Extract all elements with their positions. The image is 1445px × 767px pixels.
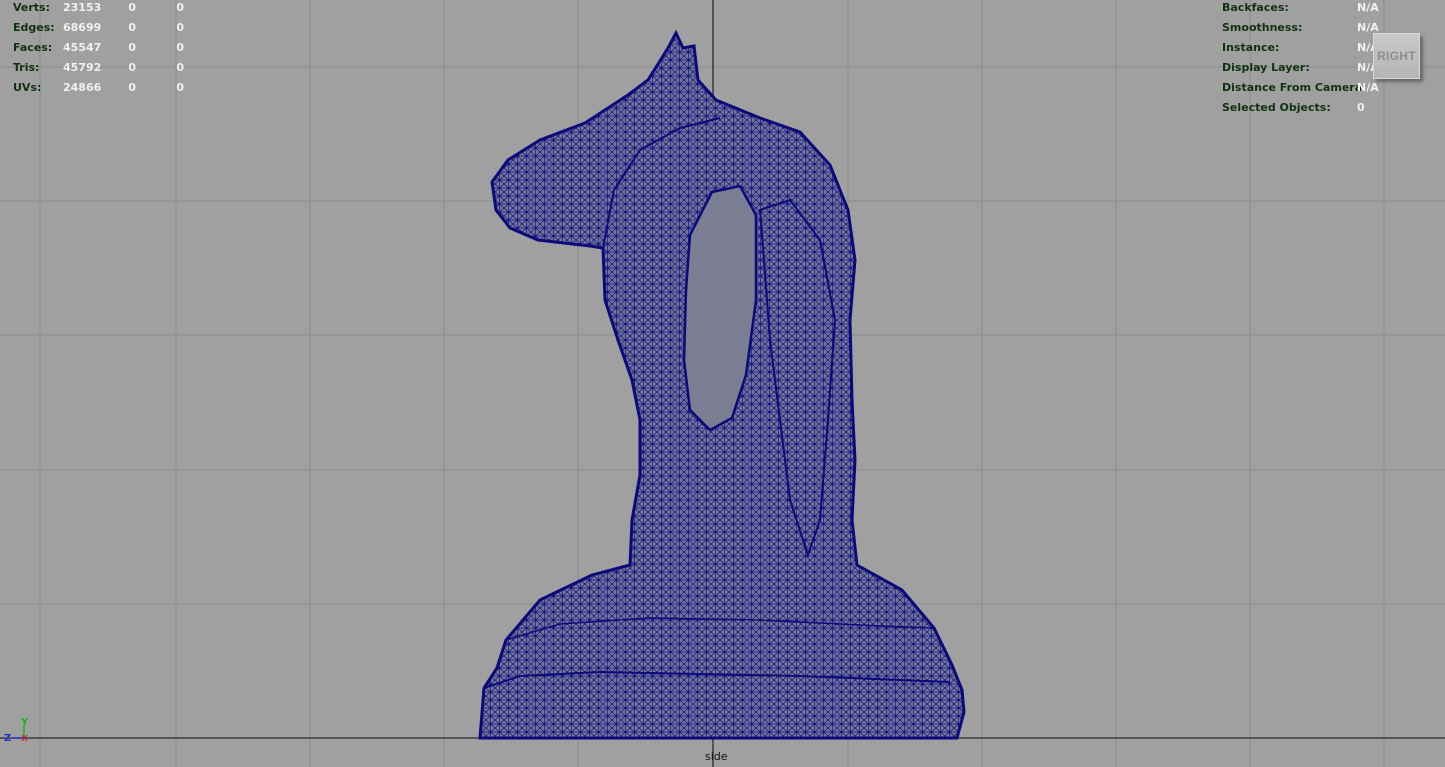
hud-value: 0 bbox=[128, 81, 136, 94]
hud-value: 0 bbox=[176, 21, 184, 34]
hud-row-selected-objects: Selected Objects: 0 bbox=[1222, 98, 1379, 118]
hud-label: Faces: bbox=[13, 41, 53, 54]
hud-label: Instance: bbox=[1222, 41, 1280, 54]
poly-count-hud: Verts: 23153 0 0 Edges: 68699 0 0 Faces:… bbox=[13, 0, 184, 98]
axis-z-label: Z bbox=[4, 733, 11, 744]
hud-value: 0 bbox=[176, 61, 184, 74]
hud-row-distance-from-camera: Distance From Camera: N/A bbox=[1222, 78, 1379, 98]
hud-label: UVs: bbox=[13, 81, 42, 94]
hud-label: Tris: bbox=[13, 61, 40, 74]
object-details-hud: Backfaces: N/A Smoothness: N/A Instance:… bbox=[1222, 0, 1379, 118]
hud-value: 0 bbox=[176, 1, 184, 14]
axis-gizmo-icon: Y Z bbox=[4, 717, 29, 744]
axis-y-label: Y bbox=[20, 717, 29, 728]
hud-value: 0 bbox=[128, 41, 136, 54]
hud-row-instance: Instance: N/A bbox=[1222, 38, 1379, 58]
hud-value: 0 bbox=[128, 1, 136, 14]
hud-value: 45792 bbox=[63, 61, 102, 74]
hud-value: 0 bbox=[176, 41, 184, 54]
hud-row-verts: Verts: 23153 0 0 bbox=[13, 0, 184, 18]
hud-value: N/A bbox=[1357, 81, 1379, 94]
camera-name-label: side bbox=[705, 750, 728, 763]
hud-label: Smoothness: bbox=[1222, 21, 1303, 34]
side-viewport[interactable]: Verts: 23153 0 0 Edges: 68699 0 0 Faces:… bbox=[0, 0, 1445, 767]
hud-value: 24866 bbox=[63, 81, 102, 94]
hud-value: 0 bbox=[1357, 101, 1365, 114]
hud-row-edges: Edges: 68699 0 0 bbox=[13, 18, 184, 38]
hud-value: 0 bbox=[176, 81, 184, 94]
hud-row-tris: Tris: 45792 0 0 bbox=[13, 58, 184, 78]
hud-value: 0 bbox=[128, 61, 136, 74]
hud-row-smoothness: Smoothness: N/A bbox=[1222, 18, 1379, 38]
hud-value: 0 bbox=[128, 21, 136, 34]
hud-label: Selected Objects: bbox=[1222, 101, 1331, 114]
hud-row-uvs: UVs: 24866 0 0 bbox=[13, 78, 184, 98]
hud-label: Backfaces: bbox=[1222, 1, 1289, 14]
hud-value: 45547 bbox=[63, 41, 102, 54]
hud-label: Display Layer: bbox=[1222, 61, 1310, 74]
wireframe-mesh[interactable] bbox=[478, 29, 966, 740]
hud-row-faces: Faces: 45547 0 0 bbox=[13, 38, 184, 58]
hud-row-backfaces: Backfaces: N/A bbox=[1222, 0, 1379, 18]
hud-label: Edges: bbox=[13, 21, 55, 34]
view-cube-label: RIGHT bbox=[1377, 49, 1416, 63]
hud-value: 68699 bbox=[63, 21, 102, 34]
hud-label: Verts: bbox=[13, 1, 51, 14]
hud-label: Distance From Camera: bbox=[1222, 81, 1367, 94]
hud-value: N/A bbox=[1357, 1, 1379, 14]
hud-row-display-layer: Display Layer: N/A bbox=[1222, 58, 1379, 78]
hud-value: 23153 bbox=[63, 1, 102, 14]
view-cube-right[interactable]: RIGHT bbox=[1373, 33, 1420, 79]
